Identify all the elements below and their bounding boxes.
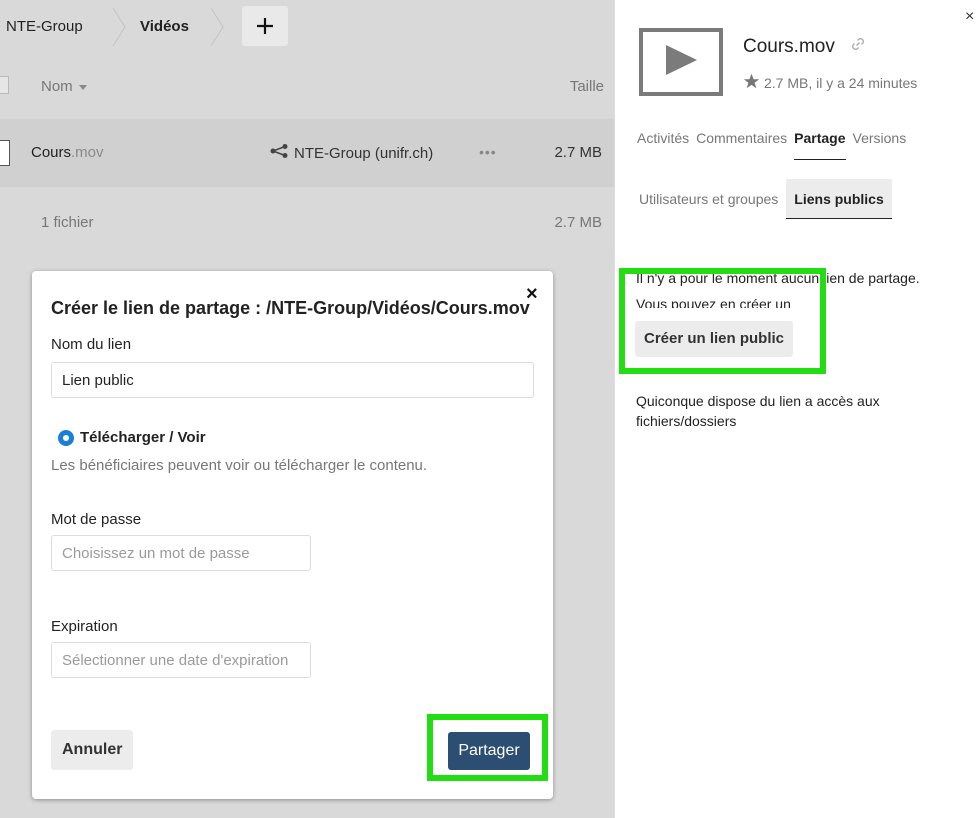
summary-size: 2.7 MB xyxy=(554,214,602,231)
file-meta-text: 2.7 MB, il y a 24 minutes xyxy=(764,74,918,91)
details-sidebar: × Cours.mov 2.7 MB, il y a 24 minutes Ac… xyxy=(614,0,978,818)
file-list-summary: 1 fichier 2.7 MB xyxy=(0,187,614,259)
more-actions-icon[interactable]: ••• xyxy=(479,120,497,184)
breadcrumb-folder[interactable]: Vidéos xyxy=(140,0,189,54)
public-link-note: Quiconque dispose du lien a accès aux fi… xyxy=(636,393,880,429)
shared-with-label: NTE-Group (unifr.ch) xyxy=(294,144,434,162)
dialog-title: Créer le lien de partage : /NTE-Group/Vi… xyxy=(51,298,530,318)
breadcrumb: NTE-Group Vidéos xyxy=(0,0,614,54)
subtab-users-groups[interactable]: Utilisateurs et groupes xyxy=(631,179,786,219)
share-icon xyxy=(270,144,294,162)
tab-versions[interactable]: Versions xyxy=(853,130,907,160)
subtab-public-links[interactable]: Liens publics xyxy=(786,179,892,219)
link-name-input[interactable] xyxy=(51,362,534,398)
download-view-option[interactable]: Télécharger / Voir xyxy=(58,429,206,446)
video-thumbnail xyxy=(639,28,723,96)
sort-by-name[interactable]: Nom xyxy=(41,54,87,119)
sidebar-file-meta: 2.7 MB, il y a 24 minutes xyxy=(743,73,917,92)
close-sidebar-icon[interactable]: × xyxy=(965,8,978,26)
file-list-header: Nom Taille xyxy=(0,54,614,120)
link-icon[interactable] xyxy=(850,36,866,58)
expiration-date-input[interactable] xyxy=(51,642,311,678)
breadcrumb-group[interactable]: NTE-Group xyxy=(6,0,83,54)
play-icon xyxy=(643,44,719,76)
file-base-name: Cours xyxy=(31,144,72,161)
star-icon[interactable] xyxy=(743,73,764,92)
add-new-button[interactable] xyxy=(242,6,288,46)
plus-icon xyxy=(256,17,274,35)
link-name-label: Nom du lien xyxy=(51,336,132,353)
download-view-label: Télécharger / Voir xyxy=(80,429,206,446)
select-all-checkbox[interactable] xyxy=(0,76,9,94)
share-button[interactable]: Partager xyxy=(448,732,530,770)
sidebar-file-title: Cours.mov xyxy=(743,36,866,58)
create-public-link-button[interactable]: Créer un lien public xyxy=(635,321,794,357)
breadcrumb-separator-icon xyxy=(112,8,126,46)
password-input[interactable] xyxy=(51,535,311,571)
share-subtabs: Utilisateurs et groupes Liens publics xyxy=(631,179,892,219)
cancel-button[interactable]: Annuler xyxy=(51,730,134,770)
file-checkbox[interactable] xyxy=(0,140,10,166)
sort-caret-icon xyxy=(78,84,87,90)
file-share-status[interactable]: NTE-Group (unifr.ch) xyxy=(270,120,433,186)
create-share-link-dialog: × Créer le lien de partage : /NTE-Group/… xyxy=(32,271,553,799)
file-extension: .mov xyxy=(71,144,104,161)
breadcrumb-separator-icon xyxy=(210,8,224,46)
summary-count: 1 fichier xyxy=(41,214,94,231)
column-size-label[interactable]: Taille xyxy=(570,54,604,119)
password-label: Mot de passe xyxy=(51,511,142,528)
radio-selected-icon[interactable] xyxy=(58,429,74,446)
tab-partage[interactable]: Partage xyxy=(794,130,846,160)
tab-activites[interactable]: Activités xyxy=(637,130,689,160)
file-name[interactable]: Cours.mov xyxy=(31,120,104,186)
file-size: 2.7 MB xyxy=(554,144,602,161)
table-row[interactable]: Cours.mov NTE-Group (unifr.ch) ••• 2.7 M… xyxy=(0,120,614,187)
expiration-label: Expiration xyxy=(51,618,118,635)
sidebar-file-name: Cours.mov xyxy=(743,36,835,58)
no-links-message: Il n'y a pour le moment aucun lien de pa… xyxy=(636,270,920,286)
create-link-hint: Vous pouvez en créer un xyxy=(636,296,791,308)
download-view-description: Les bénéficiaires peuvent voir ou téléch… xyxy=(51,457,428,474)
column-name-label: Nom xyxy=(41,78,73,95)
sidebar-tabs: Activités Commentaires Partage Versions xyxy=(637,130,913,160)
tab-commentaires[interactable]: Commentaires xyxy=(696,130,787,160)
